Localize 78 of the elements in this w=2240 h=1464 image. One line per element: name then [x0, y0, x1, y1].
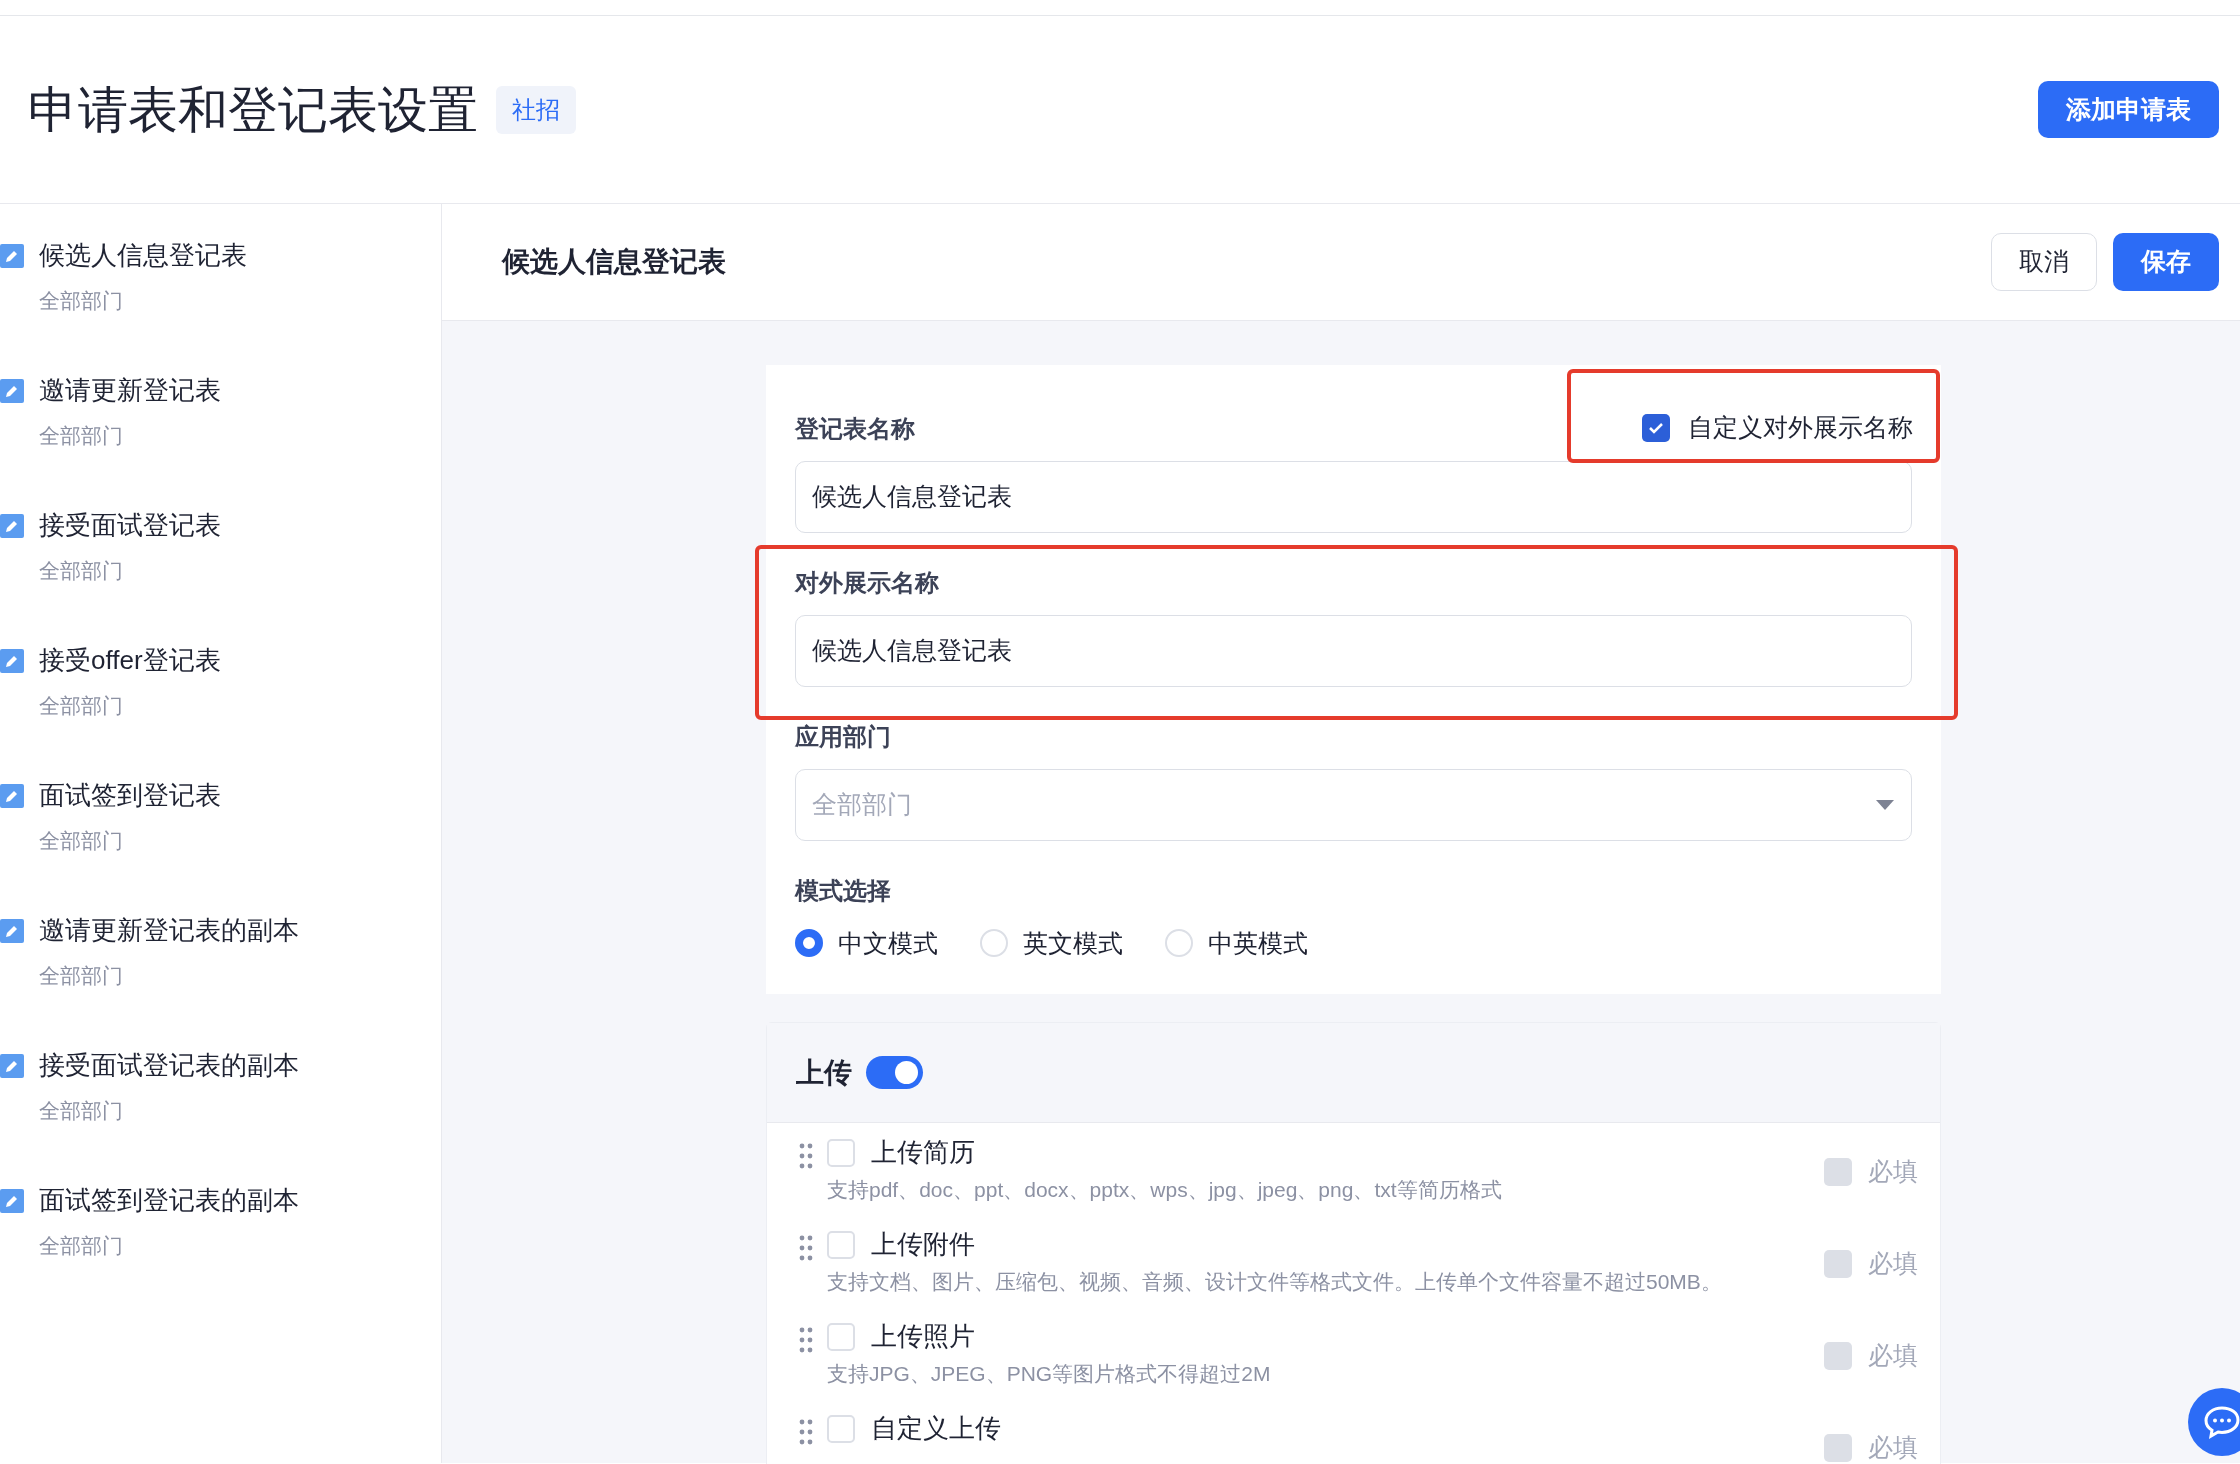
sidebar-item-subtitle: 全部部门	[38, 288, 124, 314]
field-label: 应用部门	[795, 721, 892, 752]
upload-item-title: 上传附件	[871, 1228, 975, 1261]
category-badge: 社招	[496, 85, 576, 134]
required-checkbox[interactable]	[1824, 1341, 1852, 1370]
sidebar-item[interactable]: 接受面试登记表 全部部门	[0, 494, 441, 629]
required-label: 必填	[1868, 1340, 1918, 1371]
select-placeholder: 全部部门	[812, 788, 912, 820]
required-label: 必填	[1868, 1156, 1918, 1187]
sidebar-item-title: 邀请更新登记表的副本	[39, 914, 299, 947]
checkbox[interactable]	[827, 1138, 855, 1167]
sidebar-item-subtitle: 全部部门	[38, 423, 124, 449]
chat-bubble-icon	[2203, 1405, 2240, 1439]
sidebar-item-title: 面试签到登记表	[39, 779, 221, 812]
edit-icon	[0, 648, 24, 673]
sidebar-item[interactable]: 邀请更新登记表 全部部门	[0, 359, 441, 494]
section-title: 上传	[796, 1055, 852, 1090]
required-checkbox[interactable]	[1824, 1249, 1852, 1278]
sidebar-item-subtitle: 全部部门	[38, 693, 124, 719]
sidebar-item-title: 接受面试登记表	[39, 509, 221, 542]
sidebar-item-title: 面试签到登记表的副本	[39, 1184, 299, 1217]
sidebar-item[interactable]: 接受offer登记表 全部部门	[0, 629, 441, 764]
sidebar-item[interactable]: 面试签到登记表 全部部门	[0, 764, 441, 899]
checkbox[interactable]	[1642, 413, 1670, 442]
upload-item-title: 上传照片	[871, 1320, 975, 1353]
form-title: 候选人信息登记表	[502, 245, 726, 279]
drag-handle-icon[interactable]	[799, 1235, 813, 1261]
cancel-button[interactable]: 取消	[1991, 233, 2097, 291]
upload-item-description: 支持JPG、JPEG、PNG等图片格式不得超过2M	[827, 1361, 1272, 1387]
check-icon	[1648, 421, 1664, 434]
required-checkbox[interactable]	[1824, 1157, 1852, 1186]
sidebar-item[interactable]: 邀请更新登记表的副本 全部部门	[0, 899, 441, 1034]
edit-icon	[0, 243, 24, 268]
sidebar-item-subtitle: 全部部门	[38, 1098, 124, 1124]
name-input-field[interactable]: 候选人信息登记表	[795, 460, 1912, 533]
sidebar-item-subtitle: 全部部门	[38, 558, 124, 584]
radio-option[interactable]: 中英模式	[1165, 924, 1308, 962]
checkbox[interactable]	[827, 1322, 855, 1351]
upload-item-title: 自定义上传	[871, 1412, 1001, 1445]
add-form-button[interactable]: 添加申请表	[2038, 81, 2219, 138]
field-label: 模式选择	[795, 875, 892, 906]
sidebar-item[interactable]: 接受面试登记表的副本 全部部门	[0, 1034, 441, 1169]
radio-option[interactable]: 中文模式	[795, 924, 938, 962]
edit-icon	[0, 513, 24, 538]
radio-option[interactable]: 英文模式	[980, 924, 1123, 962]
checkbox-label: 自定义对外展示名称	[1688, 412, 1913, 443]
checkbox[interactable]	[827, 1414, 855, 1443]
page-title: 申请表和登记表设置	[28, 84, 478, 135]
sidebar-item-subtitle: 全部部门	[38, 1233, 124, 1259]
sidebar-item-subtitle: 全部部门	[38, 828, 124, 854]
caret-icon	[1875, 798, 1895, 811]
edit-icon	[0, 918, 24, 943]
required-checkbox[interactable]	[1824, 1433, 1852, 1462]
edit-icon	[0, 1188, 24, 1213]
required-label: 必填	[1868, 1248, 1918, 1279]
edit-icon	[0, 783, 24, 808]
field-label: 对外展示名称	[795, 567, 940, 598]
upload-item-description: 支持文档、图片、压缩包、视频、音频、设计文件等格式文件。上传单个文件容量不超过50MB。	[827, 1269, 1723, 1295]
sidebar-item-title: 邀请更新登记表	[39, 374, 221, 407]
save-button[interactable]: 保存	[2113, 233, 2219, 291]
edit-icon	[0, 1053, 24, 1078]
drag-handle-icon[interactable]	[799, 1419, 813, 1445]
sidebar-item-subtitle: 全部部门	[38, 963, 124, 989]
sidebar-item-title: 候选人信息登记表	[39, 239, 247, 272]
checkbox[interactable]	[827, 1230, 855, 1259]
toggle-switch[interactable]	[866, 1056, 923, 1089]
drag-handle-icon[interactable]	[799, 1143, 813, 1169]
sidebar-item-title: 接受面试登记表的副本	[39, 1049, 299, 1082]
field-label: 登记表名称	[795, 413, 915, 444]
upload-item-description: 支持pdf、doc、ppt、docx、pptx、wps、jpg、jpeg、png、txt等简历格式	[827, 1177, 1503, 1203]
sidebar-item[interactable]: 面试签到登记表的副本 全部部门	[0, 1169, 441, 1304]
drag-handle-icon[interactable]	[799, 1327, 813, 1353]
required-label: 必填	[1868, 1432, 1918, 1463]
upload-item-title: 上传简历	[871, 1136, 975, 1169]
edit-icon	[0, 378, 24, 403]
sidebar-item-title: 接受offer登记表	[39, 644, 221, 677]
display-name-input-field[interactable]: 候选人信息登记表	[795, 614, 1912, 687]
sidebar-item[interactable]: 候选人信息登记表 全部部门	[0, 224, 441, 359]
